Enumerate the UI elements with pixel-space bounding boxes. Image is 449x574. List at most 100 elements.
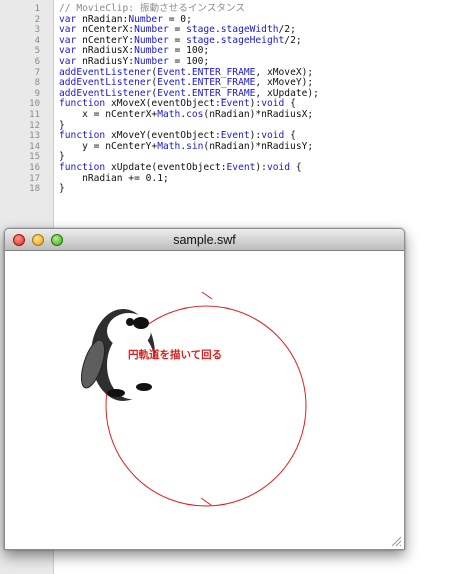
code-token: void [266,162,291,173]
code-token: void [261,98,285,110]
code-token: = 100; [168,45,210,57]
code-token: } [59,151,65,163]
code-token: var [59,56,77,67]
code-token: y = nCenterY+ [59,140,158,152]
code-token: , xMoveY); [255,77,314,89]
code-token: Event [157,87,187,99]
code-token: ): [249,130,262,142]
line-number: 7 [34,67,40,78]
code-token: var [59,13,77,25]
code-token: } [59,119,65,131]
code-token: { [290,162,302,173]
line-number: 4 [34,35,40,46]
line-number: 18 [29,184,40,195]
code-token: void [261,130,285,142]
line-number: 11 [29,110,40,120]
code-line[interactable]: 11 x = nCenterX+Math.cos(nRadian)*nRadiu… [0,109,449,121]
code-token: { [284,130,296,142]
orbit-tick-top [201,291,213,300]
resize-grip-icon[interactable] [390,535,402,547]
code-token: nRadiusY: [76,56,135,67]
code-token: Event [220,98,250,110]
flash-stage[interactable]: 円軌道を描いて回る [5,251,404,549]
code-token: addEventListener [59,66,152,78]
code-token: = 0; [162,13,192,25]
code-token: addEventListener [59,77,152,89]
code-token: (nRadian)*nRadiusX; [203,109,314,120]
code-token: nRadian: [76,13,129,25]
code-token: cos [186,109,204,120]
code-token: stage [186,34,215,46]
line-number: 1 [34,4,40,14]
code-token: function [59,130,106,142]
code-token: Event [157,66,187,78]
line-number: 8 [34,78,40,89]
code-token: ): [249,98,262,110]
window-title: sample.swf [173,233,236,247]
code-token: xMoveY(eventObject: [105,130,221,142]
line-number: 16 [29,163,40,173]
code-token: { [284,98,296,110]
code-token: addEventListener [59,87,152,99]
code-token: } [59,183,65,195]
code-token: // MovieClip: 振動させるインスタンス [59,3,246,14]
code-token: ENTER_FRAME [191,77,256,89]
code-token: Math [157,140,181,152]
line-number: 15 [29,152,40,163]
line-number: 3 [34,25,40,36]
code-token: nRadian += 0.1; [59,172,169,184]
code-line[interactable]: 18} [0,183,449,195]
line-number: 14 [29,141,40,152]
code-token: function [59,162,106,173]
code-token: stageWidth [220,24,279,36]
line-number: 13 [29,131,40,142]
code-token: Number [134,34,169,46]
code-token: /2; [284,34,302,46]
line-code: x = nCenterX+Math.cos(nRadian)*nRadiusX; [59,109,314,121]
code-token: nRadiusX: [76,45,135,57]
code-token: Number [134,45,169,57]
code-token: var [59,45,77,57]
line-code: } [59,183,65,195]
orbit-tick-bottom [200,497,212,506]
window-titlebar[interactable]: sample.swf [5,229,404,251]
code-token: Event [220,130,250,142]
line-number: 12 [29,120,40,131]
line-number: 6 [34,57,40,67]
code-token: Number [134,24,169,36]
code-token: = [168,24,187,36]
line-number: 9 [34,88,40,99]
code-token: /2; [278,24,296,36]
code-token: xUpdate(eventObject: [105,162,227,173]
stage-annotation: 円軌道を描いて回る [128,348,222,361]
line-number: 10 [29,99,40,110]
code-token: var [59,34,77,46]
line-number: 5 [34,46,40,57]
code-token: ): [255,162,267,173]
code-token: Event [157,77,187,89]
code-token: stage [186,24,215,36]
code-token: stageHeight [220,34,285,46]
code-line[interactable]: 14 y = nCenterY+Math.sin(nRadian)*nRadiu… [0,140,449,153]
code-line[interactable]: 17 nRadian += 0.1; [0,172,449,185]
code-token: nCenterY: [76,34,135,46]
code-token: function [59,98,106,110]
code-token: ENTER_FRAME [191,87,256,99]
stage-canvas: 円軌道を描いて回る [80,291,307,507]
code-token: Math [157,109,181,120]
code-token: , xMoveX); [255,66,314,78]
swf-window[interactable]: sample.swf 円軌道を描いて回る [4,228,405,550]
code-token: Number [134,56,169,67]
code-token: Number [128,13,163,25]
line-number: 2 [34,14,40,25]
code-token: = 100; [168,56,210,67]
code-token: xMoveX(eventObject: [105,98,221,110]
line-number: 17 [29,173,40,184]
line-code: y = nCenterY+Math.sin(nRadian)*nRadiusY; [59,140,314,153]
code-token: var [59,24,77,36]
code-token: , xUpdate); [255,87,319,99]
code-token: Event [226,162,256,173]
code-token: (nRadian)*nRadiusY; [203,140,314,152]
code-token: x = nCenterX+ [59,109,158,120]
line-code: nRadian += 0.1; [59,172,169,185]
